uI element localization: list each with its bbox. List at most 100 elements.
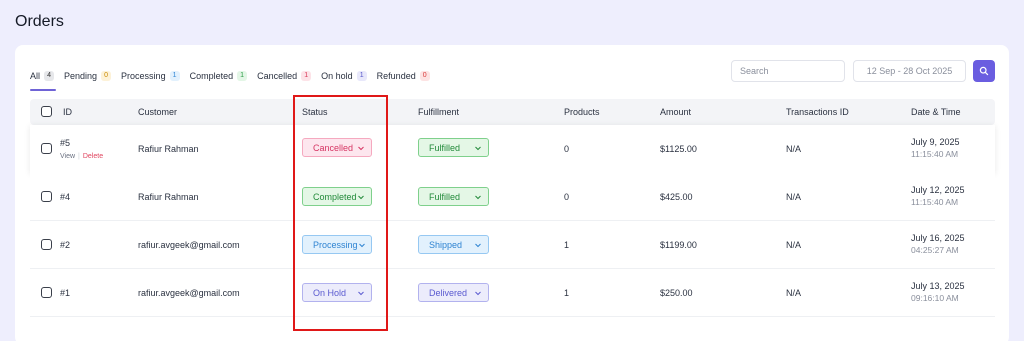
products-count: 0 xyxy=(564,192,570,202)
chevron-down-icon xyxy=(474,144,482,152)
transaction-id: N/A xyxy=(786,192,802,202)
chevron-down-icon xyxy=(357,193,365,201)
row-checkbox[interactable] xyxy=(41,191,52,202)
order-id[interactable]: #4 xyxy=(60,192,70,202)
order-datetime: July 13, 2025 09:16:10 AM xyxy=(911,281,965,303)
column-header-amount: Amount xyxy=(660,107,692,117)
view-link[interactable]: View xyxy=(60,153,75,160)
tab-on-hold[interactable]: On hold 1 xyxy=(321,67,367,85)
fulfillment-dropdown[interactable]: Fulfilled xyxy=(418,187,489,206)
status-dropdown[interactable]: On Hold xyxy=(302,283,372,302)
tab-label: Completed xyxy=(189,71,234,81)
status-dropdown[interactable]: Cancelled xyxy=(302,138,372,157)
order-time: 11:15:40 AM xyxy=(911,197,959,207)
tab-pending[interactable]: Pending 0 xyxy=(64,67,112,85)
customer-name: rafiur.avgeek@gmail.com xyxy=(138,240,240,250)
order-time: 09:16:10 AM xyxy=(911,293,959,303)
status-value: Completed xyxy=(313,191,357,202)
status-value: Processing xyxy=(313,239,358,250)
order-amount: $425.00 xyxy=(660,192,693,202)
status-tabs: All 4 Pending 0 Processing 1 Completed 1… xyxy=(30,65,440,91)
order-id[interactable]: #5 xyxy=(60,138,70,148)
order-id[interactable]: #1 xyxy=(60,288,70,298)
tab-processing[interactable]: Processing 1 xyxy=(121,67,180,85)
products-count: 1 xyxy=(564,288,570,298)
tab-label: All xyxy=(30,71,41,81)
tab-cancelled[interactable]: Cancelled 1 xyxy=(257,67,312,85)
date-range-picker[interactable]: 12 Sep - 28 Oct 2025 xyxy=(853,60,966,82)
transaction-id: N/A xyxy=(786,288,802,298)
column-header-status: Status xyxy=(302,107,328,117)
tab-count-badge: 1 xyxy=(169,71,180,81)
fulfillment-value: Fulfilled xyxy=(429,191,461,202)
tab-count-badge: 4 xyxy=(44,71,55,81)
products-count: 1 xyxy=(564,240,570,250)
orders-card: All 4 Pending 0 Processing 1 Completed 1… xyxy=(15,45,1009,341)
chevron-down-icon xyxy=(357,289,365,297)
search-input[interactable] xyxy=(731,60,845,82)
customer-name: Rafiur Rahman xyxy=(138,144,199,154)
row-checkbox[interactable] xyxy=(41,287,52,298)
column-header-fulfillment: Fulfillment xyxy=(418,107,460,117)
table-header: ID Customer Status Fulfillment Products … xyxy=(30,99,995,125)
order-amount: $1125.00 xyxy=(660,144,697,154)
tab-count-badge: 1 xyxy=(301,71,312,81)
table-row[interactable]: #5 View | Delete Rafiur Rahman Cancelled F… xyxy=(30,125,995,173)
row-checkbox[interactable] xyxy=(41,239,52,250)
column-header-date-time: Date & Time xyxy=(911,107,961,117)
select-all-checkbox[interactable] xyxy=(41,106,52,117)
fulfillment-value: Delivered xyxy=(429,287,468,298)
row-actions: View | Delete xyxy=(60,153,103,160)
order-amount: $250.00 xyxy=(660,288,693,298)
fulfillment-dropdown[interactable]: Fulfilled xyxy=(418,138,489,157)
order-date: July 16, 2025 xyxy=(911,233,965,243)
order-amount: $1199.00 xyxy=(660,240,697,250)
tab-label: Cancelled xyxy=(257,71,298,81)
column-header-transactions-id: Transactions ID xyxy=(786,107,849,117)
search-button[interactable] xyxy=(973,60,995,82)
row-checkbox[interactable] xyxy=(41,143,52,154)
fulfillment-value: Shipped xyxy=(429,239,463,250)
status-dropdown[interactable]: Completed xyxy=(302,187,372,206)
customer-name: Rafiur Rahman xyxy=(138,192,199,202)
chevron-down-icon xyxy=(358,241,366,249)
order-datetime: July 12, 2025 11:15:40 AM xyxy=(911,185,965,207)
transaction-id: N/A xyxy=(786,144,802,154)
tab-completed[interactable]: Completed 1 xyxy=(190,67,248,85)
tab-count-badge: 1 xyxy=(237,71,248,81)
table-row[interactable]: #4 Rafiur Rahman Completed Fulfilled 0 $… xyxy=(30,173,995,221)
order-date: July 12, 2025 xyxy=(911,185,965,195)
tab-label: On hold xyxy=(321,71,353,81)
tab-count-badge: 0 xyxy=(101,71,112,81)
order-datetime: July 16, 2025 04:25:27 AM xyxy=(911,233,965,255)
page-title: Orders xyxy=(15,13,64,30)
status-value: Cancelled xyxy=(313,142,354,153)
customer-name: rafiur.avgeek@gmail.com xyxy=(138,288,240,298)
chevron-down-icon xyxy=(474,289,482,297)
table-row[interactable]: #2 rafiur.avgeek@gmail.com Processing Sh… xyxy=(30,221,995,269)
products-count: 0 xyxy=(564,144,570,154)
order-time: 11:15:40 AM xyxy=(911,149,959,159)
order-id[interactable]: #2 xyxy=(60,240,70,250)
fulfillment-dropdown[interactable]: Delivered xyxy=(418,283,489,302)
fulfillment-dropdown[interactable]: Shipped xyxy=(418,235,489,254)
chevron-down-icon xyxy=(474,193,482,201)
delete-link[interactable]: Delete xyxy=(83,153,103,160)
order-date: July 13, 2025 xyxy=(911,281,965,291)
column-header-id: ID xyxy=(63,107,72,117)
transaction-id: N/A xyxy=(786,240,802,250)
column-header-products: Products xyxy=(564,107,600,117)
column-header-customer: Customer xyxy=(138,107,178,117)
tab-count-badge: 0 xyxy=(419,71,430,81)
table-row[interactable]: #1 rafiur.avgeek@gmail.com On Hold Deliv… xyxy=(30,269,995,317)
tab-count-badge: 1 xyxy=(356,71,367,81)
tab-all[interactable]: All 4 xyxy=(30,67,57,91)
tab-label: Pending xyxy=(64,71,98,81)
order-datetime: July 9, 2025 11:15:40 AM xyxy=(911,137,960,159)
tab-label: Refunded xyxy=(376,71,416,81)
tab-refunded[interactable]: Refunded 0 xyxy=(377,67,430,85)
search-icon xyxy=(979,66,989,76)
order-time: 04:25:27 AM xyxy=(911,245,959,255)
status-dropdown[interactable]: Processing xyxy=(302,235,372,254)
chevron-down-icon xyxy=(474,241,482,249)
